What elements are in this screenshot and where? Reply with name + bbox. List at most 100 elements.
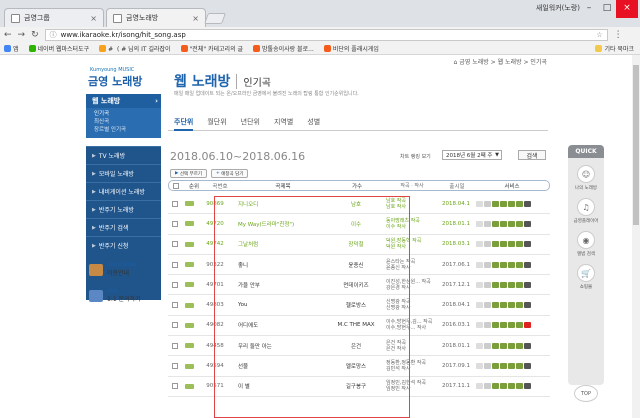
sing-icon[interactable]: [492, 241, 499, 248]
add-icon[interactable]: [516, 200, 523, 207]
submenu-item[interactable]: 장르별 인기곡: [94, 126, 153, 134]
menu-item[interactable]: ▶ 모바일 노래방: [86, 164, 161, 182]
mv-icon[interactable]: [508, 322, 515, 329]
close-window-icon[interactable]: ×: [616, 0, 638, 18]
listen-icon[interactable]: [500, 383, 507, 390]
bookmark-item[interactable]: 기타 북마크: [595, 44, 634, 53]
quick-album[interactable]: ◉ 앨범 검색: [568, 231, 604, 257]
mv-icon[interactable]: [508, 383, 515, 390]
home-icon[interactable]: [484, 261, 491, 268]
row-checkbox[interactable]: [168, 241, 182, 248]
sing-icon[interactable]: [492, 281, 499, 288]
row-checkbox[interactable]: [168, 220, 182, 227]
tab-monthly[interactable]: 월단위: [207, 117, 226, 130]
tab-gender[interactable]: 성별: [307, 117, 320, 130]
video-icon[interactable]: [524, 322, 531, 329]
quick-shop[interactable]: 🛒 쇼핑몰: [568, 264, 604, 290]
bookmark-item[interactable]: 네이버 웹마스터도구: [28, 44, 89, 53]
add-icon[interactable]: [516, 363, 523, 370]
video-icon[interactable]: [524, 363, 531, 370]
lyrics-icon[interactable]: [476, 322, 483, 329]
tab-region[interactable]: 지역별: [274, 117, 293, 130]
quick-guide-link[interactable]: QUICK GUIDE 이용안내: [89, 263, 137, 277]
search-button[interactable]: 검색: [518, 150, 546, 160]
lyrics-icon[interactable]: [476, 261, 483, 268]
address-bar[interactable]: ⓘ www.ikaraoke.kr/isong/hit_song.asp ☆: [44, 29, 608, 41]
browser-tab-2[interactable]: 금영노래방 ×: [106, 8, 206, 27]
back-icon[interactable]: ←: [4, 30, 12, 40]
mv-icon[interactable]: [508, 241, 515, 248]
listen-icon[interactable]: [500, 322, 507, 329]
row-checkbox[interactable]: [168, 363, 182, 370]
row-checkbox[interactable]: [168, 322, 182, 329]
home-icon[interactable]: [484, 322, 491, 329]
add-icon[interactable]: [516, 322, 523, 329]
sing-icon[interactable]: [492, 261, 499, 268]
add-icon[interactable]: [516, 261, 523, 268]
row-checkbox[interactable]: [168, 200, 182, 207]
listen-icon[interactable]: [500, 261, 507, 268]
forward-icon[interactable]: →: [18, 30, 26, 40]
video-icon[interactable]: [524, 383, 531, 390]
add-icon[interactable]: [516, 302, 523, 309]
video-icon[interactable]: [524, 200, 531, 207]
menu-web-noraebang[interactable]: 웹 노래방 ›: [86, 94, 161, 108]
home-icon[interactable]: [484, 363, 491, 370]
mv-icon[interactable]: [508, 281, 515, 288]
row-checkbox[interactable]: [168, 302, 182, 309]
bookmark-item[interactable]: "전체" 카테고리의 글: [180, 44, 243, 53]
select-all-checkbox[interactable]: [169, 182, 183, 189]
qna-link[interactable]: Q&A 1:1 문의하기: [89, 289, 141, 303]
tab-weekly[interactable]: 주단위: [174, 117, 194, 131]
sing-icon[interactable]: [492, 342, 499, 349]
add-icon[interactable]: [516, 220, 523, 227]
home-icon[interactable]: [484, 342, 491, 349]
sing-icon[interactable]: [492, 200, 499, 207]
bookmark-item[interactable]: 밤톨송이사랑 블로...: [253, 44, 314, 53]
site-logo[interactable]: 금영 노래방: [88, 73, 142, 89]
lyrics-icon[interactable]: [476, 220, 483, 227]
browser-user[interactable]: 새일워커(노랑): [536, 3, 580, 13]
week-select[interactable]: 2018년 6월 2째 주 ▼: [442, 150, 502, 160]
browser-tab-1[interactable]: 금영그룹 ×: [4, 8, 104, 27]
menu-item[interactable]: ▶ 내비게이션 노래방: [86, 182, 161, 200]
bookmark-item[interactable]: 앱: [4, 44, 19, 53]
lyrics-icon[interactable]: [476, 200, 483, 207]
add-icon[interactable]: [516, 241, 523, 248]
listen-icon[interactable]: [500, 302, 507, 309]
bookmark-item[interactable]: # ( # 님의 IT 길라잡이: [99, 44, 171, 53]
add-icon[interactable]: [516, 342, 523, 349]
home-icon[interactable]: [484, 281, 491, 288]
home-icon[interactable]: [484, 241, 491, 248]
lyrics-icon[interactable]: [476, 363, 483, 370]
menu-item[interactable]: ▶ 반주기 신청: [86, 236, 161, 254]
menu-item[interactable]: ▶ 반주기 검색: [86, 218, 161, 236]
video-icon[interactable]: [524, 342, 531, 349]
row-checkbox[interactable]: [168, 383, 182, 390]
video-icon[interactable]: [524, 220, 531, 227]
add-icon[interactable]: [516, 383, 523, 390]
bookmark-item[interactable]: 비단의 플래시게임: [323, 44, 379, 53]
mv-icon[interactable]: [508, 302, 515, 309]
video-icon[interactable]: [524, 261, 531, 268]
lyrics-icon[interactable]: [476, 342, 483, 349]
row-checkbox[interactable]: [168, 342, 182, 349]
listen-icon[interactable]: [500, 220, 507, 227]
close-icon[interactable]: ×: [192, 14, 199, 23]
quick-player[interactable]: ♫ 금영플레이어: [568, 198, 604, 224]
home-icon[interactable]: [484, 220, 491, 227]
mv-icon[interactable]: [508, 342, 515, 349]
star-icon[interactable]: ☆: [596, 31, 602, 39]
video-icon[interactable]: [524, 241, 531, 248]
lyrics-icon[interactable]: [476, 302, 483, 309]
mv-icon[interactable]: [508, 363, 515, 370]
listen-icon[interactable]: [500, 200, 507, 207]
lyrics-icon[interactable]: [476, 241, 483, 248]
row-checkbox[interactable]: [168, 281, 182, 288]
home-icon[interactable]: [484, 302, 491, 309]
scrollbar[interactable]: [632, 55, 640, 418]
minimize-icon[interactable]: –: [580, 0, 598, 18]
lyrics-icon[interactable]: [476, 383, 483, 390]
menu-icon[interactable]: ⋮: [614, 30, 623, 40]
listen-icon[interactable]: [500, 363, 507, 370]
